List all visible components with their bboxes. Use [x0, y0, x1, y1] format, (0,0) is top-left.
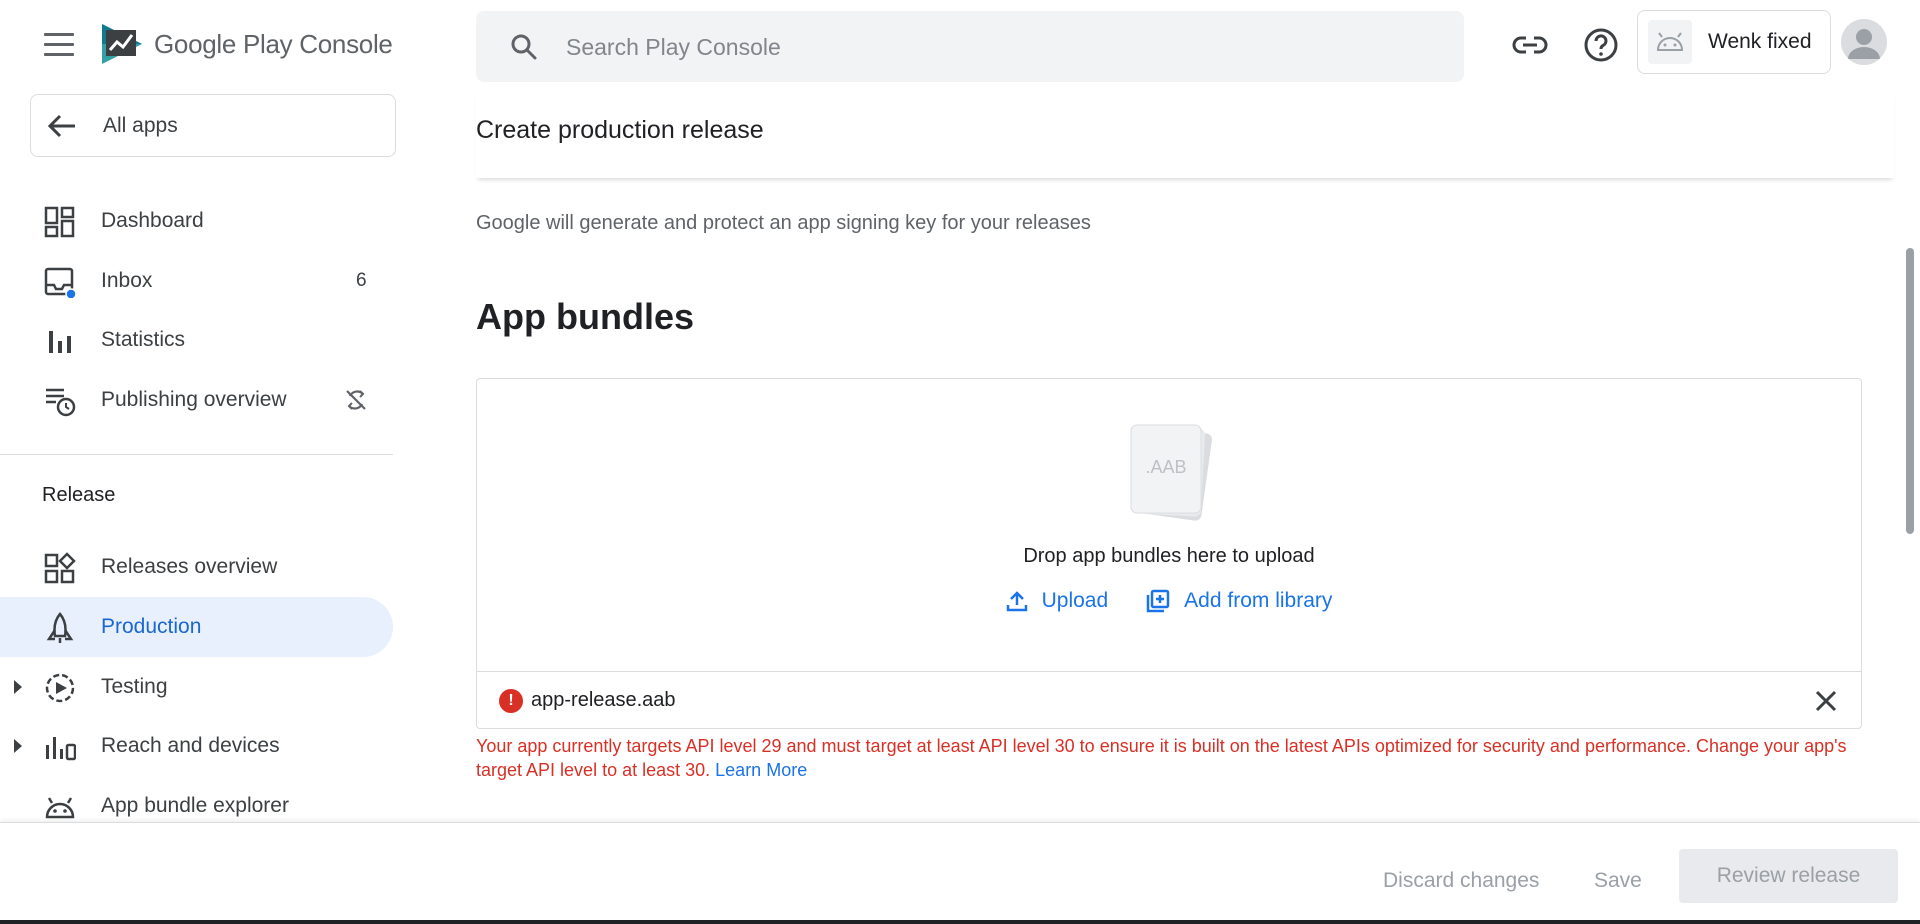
sidebar-item-reach-and-devices[interactable]: Reach and devices: [0, 716, 393, 776]
release-action-bar: Discard changes Save Review release: [0, 822, 1920, 924]
app-bundle-dropzone[interactable]: .AAB Drop app bundles here to upload Upl…: [476, 378, 1862, 729]
bar-chart-icon: [49, 331, 71, 353]
google-play-console-logo[interactable]: Google Play Console: [100, 22, 393, 66]
account-name: Wenk fixed: [1708, 30, 1812, 53]
search-input[interactable]: [566, 29, 1426, 65]
upload-button[interactable]: Upload: [1006, 589, 1109, 613]
discard-changes-button[interactable]: Discard changes: [1383, 869, 1539, 893]
sidebar-item-dashboard[interactable]: Dashboard: [0, 191, 393, 251]
sidebar-item-production[interactable]: Production: [0, 597, 393, 657]
review-release-button[interactable]: Review release: [1679, 849, 1898, 903]
sync-disabled-icon[interactable]: [344, 388, 368, 412]
sidebar-item-label: App bundle explorer: [101, 794, 289, 817]
sidebar-item-label: Dashboard: [101, 209, 204, 232]
menu-icon[interactable]: [44, 33, 74, 57]
sidebar-item-label: Releases overview: [101, 555, 278, 578]
api-level-error-message: Your app currently targets API level 29 …: [476, 734, 1856, 782]
sidebar-item-label: Production: [101, 615, 202, 638]
search-icon[interactable]: [510, 33, 538, 61]
app-signing-note: Google will generate and protect an app …: [476, 212, 1091, 234]
aab-label: .AAB: [1145, 457, 1186, 477]
error-text: Your app currently targets API level 29 …: [476, 736, 1847, 780]
window-bottom-edge: [0, 920, 1920, 924]
uploaded-file-row: ! app-release.aab: [477, 671, 1861, 729]
uploaded-file-name: app-release.aab: [531, 689, 676, 711]
logo-text: Google Play Console: [154, 28, 393, 59]
sidebar-item-label: Inbox: [101, 269, 153, 292]
android-app-icon: [1648, 20, 1692, 64]
error-icon: !: [499, 689, 523, 713]
page-title: Create production release: [476, 116, 764, 144]
play-console-logo-icon: [102, 24, 142, 64]
arrow-back-icon: [47, 114, 75, 138]
add-from-library-button[interactable]: Add from library: [1146, 589, 1332, 613]
dashboard-icon: [44, 206, 75, 238]
scrollbar-thumb[interactable]: [1906, 248, 1914, 534]
help-icon[interactable]: [1582, 26, 1620, 64]
expand-caret-icon[interactable]: [14, 680, 22, 694]
inbox-icon: [44, 267, 76, 298]
page-header: Create production release: [476, 92, 1894, 178]
library-add-icon: [1146, 589, 1170, 613]
sidebar-item-label: Publishing overview: [101, 388, 287, 411]
sidebar-item-releases-overview[interactable]: Releases overview: [0, 537, 393, 597]
user-avatar[interactable]: [1841, 19, 1887, 65]
upload-label: Upload: [1041, 589, 1109, 612]
aab-file-icon: .AAB: [1130, 424, 1213, 521]
sidebar-item-publishing-overview[interactable]: Publishing overview: [0, 370, 393, 430]
close-icon[interactable]: [1811, 686, 1841, 716]
inbox-count-badge: 6: [356, 270, 367, 291]
drop-instruction: Drop app bundles here to upload: [1023, 545, 1315, 567]
all-apps-button[interactable]: All apps: [30, 94, 396, 157]
sidebar-item-label: Statistics: [101, 328, 186, 351]
sidebar-section-release: Release: [42, 484, 116, 506]
link-icon[interactable]: [1511, 26, 1549, 64]
app-bundles-heading: App bundles: [476, 296, 694, 337]
all-apps-label: All apps: [103, 114, 178, 137]
sidebar-item-inbox[interactable]: Inbox 6: [0, 251, 393, 311]
testing-icon: [45, 673, 75, 703]
expand-caret-icon[interactable]: [14, 739, 22, 753]
sidebar-item-statistics[interactable]: Statistics: [0, 310, 393, 370]
sidebar-divider: [0, 454, 393, 455]
sidebar-item-label: Testing: [101, 675, 168, 698]
add-from-library-label: Add from library: [1184, 589, 1333, 612]
reach-devices-icon: [46, 737, 76, 761]
sidebar-item-testing[interactable]: Testing: [0, 657, 393, 717]
sidebar-item-label: Reach and devices: [101, 734, 280, 757]
releases-overview-icon: [44, 552, 76, 584]
publishing-schedule-icon: [46, 388, 76, 417]
developer-account-switcher[interactable]: Wenk fixed: [1637, 10, 1831, 74]
android-icon: [45, 797, 75, 819]
production-rocket-icon: [46, 612, 74, 643]
top-app-bar: Google Play Console Wenk fixed: [0, 0, 1920, 92]
learn-more-link[interactable]: Learn More: [715, 760, 807, 780]
save-button[interactable]: Save: [1594, 869, 1642, 893]
upload-actions: Upload Add from library: [477, 589, 1861, 613]
search-bar[interactable]: [476, 11, 1464, 82]
upload-icon: [1006, 591, 1027, 612]
